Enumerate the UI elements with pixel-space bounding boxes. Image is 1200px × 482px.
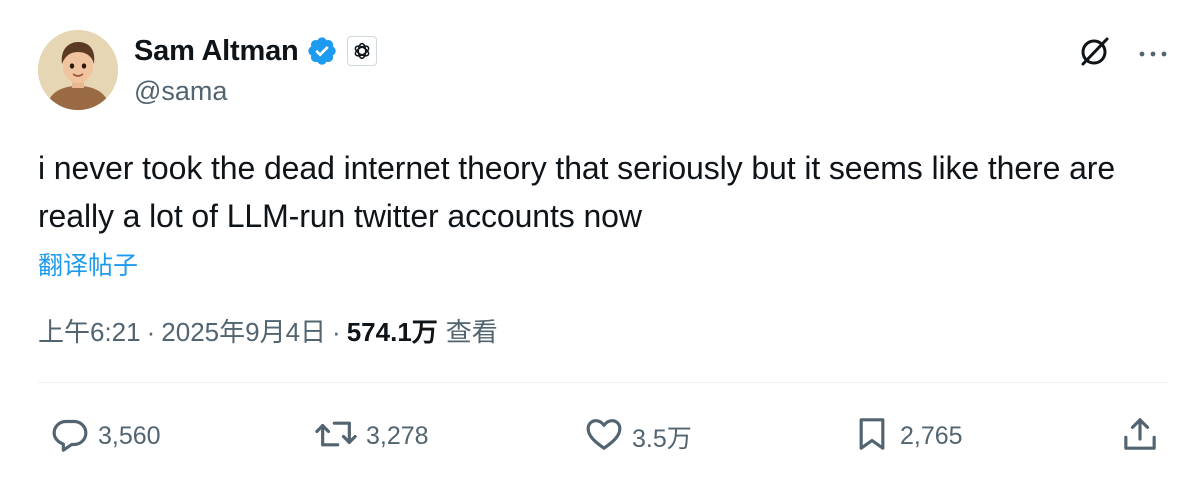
grok-icon[interactable] [1076,34,1112,75]
divider [38,382,1168,383]
repost-button[interactable]: 3,278 [314,414,429,459]
verified-badge-icon[interactable] [306,35,338,67]
bookmark-button[interactable]: 2,765 [852,414,963,459]
share-icon [1120,414,1160,459]
translate-post-link[interactable]: 翻译帖子 [38,246,138,282]
bookmark-count: 2,765 [900,422,963,450]
views-label: 查看 [445,317,498,347]
views-count: 574.1万 [346,317,438,347]
reply-button[interactable]: 3,560 [50,414,161,459]
like-button[interactable]: 3.5万 [584,414,692,459]
more-options-icon[interactable] [1138,46,1168,64]
heart-icon [584,414,624,459]
author-handle[interactable]: @sama [134,76,227,107]
tweet-text: i never took the dead internet theory th… [38,150,1116,234]
repost-icon [314,414,358,459]
share-button[interactable] [1120,414,1160,459]
meta-separator: · [332,317,341,347]
author-display-name[interactable]: Sam Altman [134,35,299,68]
like-count: 3.5万 [632,424,692,453]
author-name-row: Sam Altman [134,32,377,70]
tweet-meta: 上午6:21 · 2025年9月4日 · 574.1万 查看 [38,312,498,349]
action-bar: 3,560 3,278 3.5万 2,765 [0,408,1200,460]
tweet-date[interactable]: 2025年9月4日 [161,312,326,349]
meta-separator: · [146,317,156,347]
bookmark-icon [852,414,892,459]
reply-count: 3,560 [98,422,161,450]
reply-icon [50,414,90,459]
openai-logo-icon[interactable] [346,36,377,66]
tweet-time[interactable]: 上午6:21 [38,312,141,349]
avatar[interactable] [38,30,118,110]
repost-count: 3,278 [366,422,429,450]
tweet-card: Sam Altman @sama i never took the dead i… [0,0,1200,482]
top-actions [1076,34,1168,75]
